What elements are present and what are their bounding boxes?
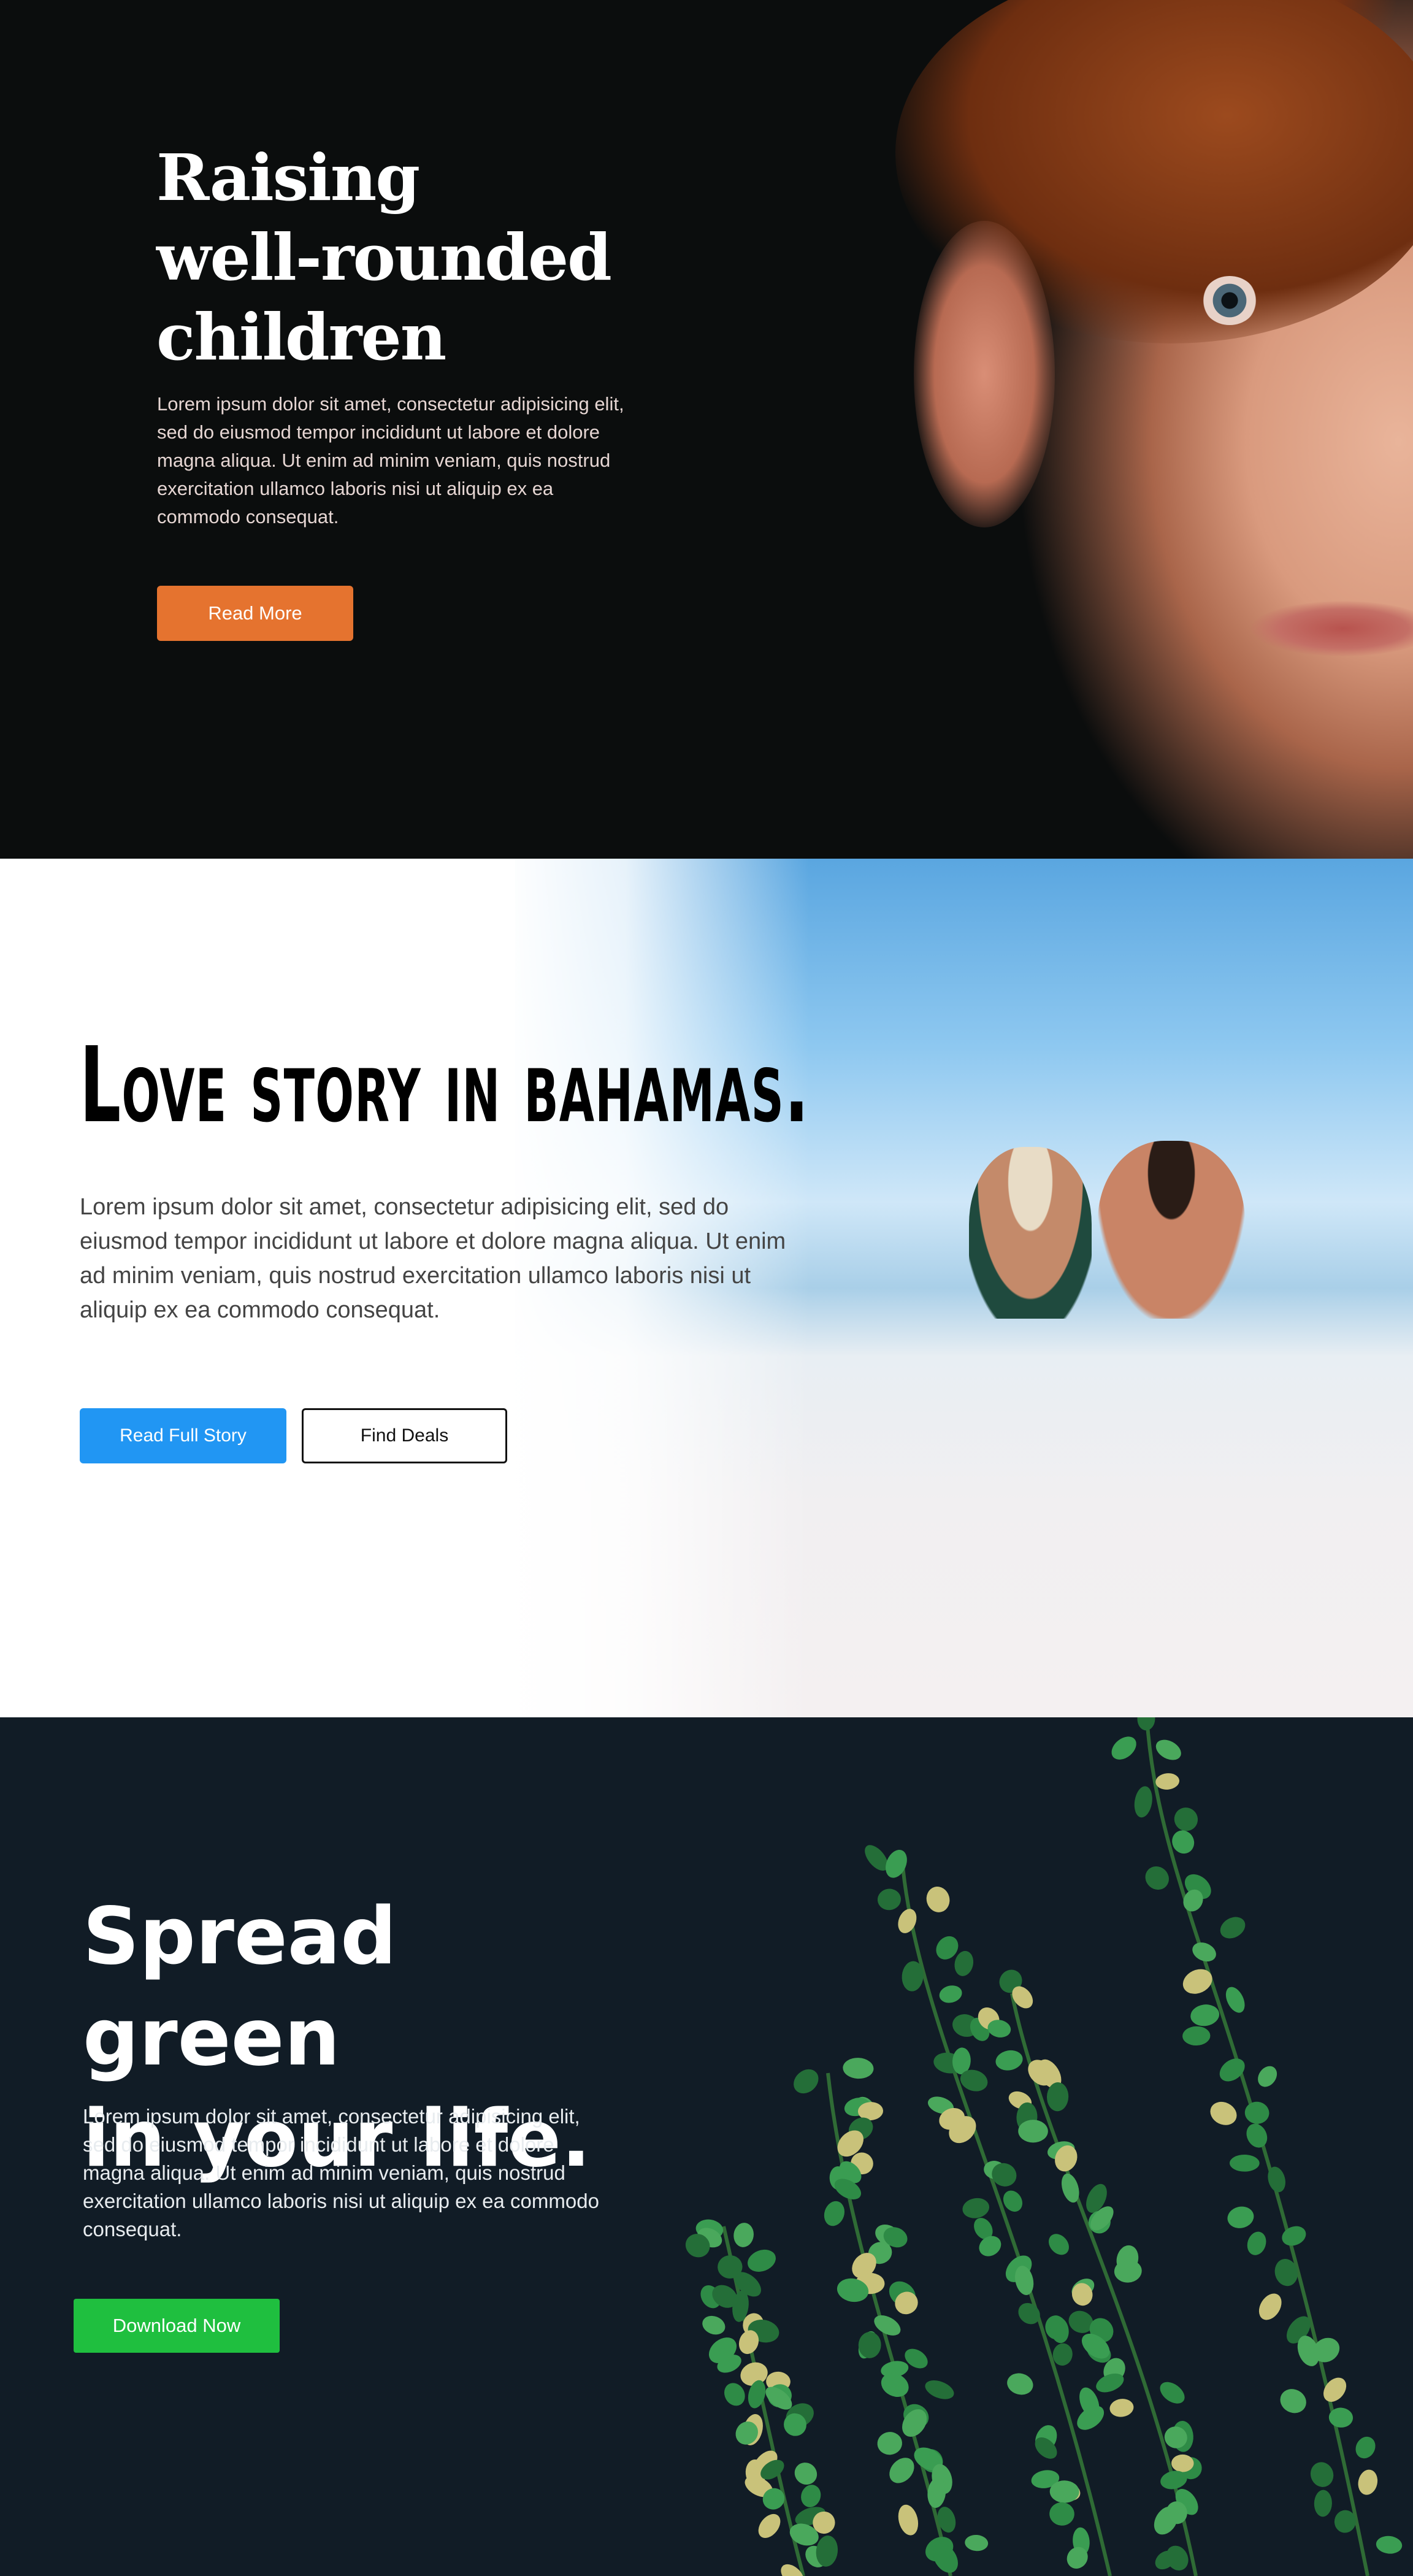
ivy-leaf — [1220, 1917, 1246, 1939]
child-ear-photo — [914, 221, 1055, 527]
ivy-leaf — [1210, 2101, 1237, 2125]
ivy-leaf — [801, 2485, 821, 2507]
ivy-leaf — [898, 1909, 917, 1933]
ivy-leaf — [1018, 2120, 1048, 2143]
ivy-leaf — [1247, 2231, 1266, 2255]
title-line: well-rounded — [156, 220, 612, 295]
man-on-beach — [1098, 1141, 1245, 1319]
ivy-leaf — [843, 2058, 874, 2079]
ivy-leaf — [702, 2315, 726, 2335]
bahamas-description: Lorem ipsum dolor sit amet, consectetur … — [80, 1194, 786, 1323]
ivy-leaf — [1280, 2389, 1306, 2413]
ivy-leaf — [733, 2223, 754, 2247]
hero-description: Lorem ipsum dolor sit amet, consectetur … — [157, 393, 624, 527]
read-more-button[interactable]: Read More — [157, 586, 353, 641]
ivy-leaf — [1160, 2382, 1185, 2404]
title-line: Spread green — [83, 1891, 397, 2083]
ivy-leaf — [1258, 2293, 1282, 2320]
ivy-leaf — [794, 2069, 819, 2094]
ivy-leaf — [939, 1985, 962, 2003]
ivy-leaf — [965, 2534, 989, 2551]
woman-on-beach — [969, 1147, 1092, 1319]
title-line: Raising — [156, 140, 420, 215]
ivy-leaf — [1314, 2490, 1332, 2517]
ivy-leaf — [877, 2432, 902, 2455]
ivy-leaf — [1007, 2373, 1033, 2395]
bahamas-title: Love story in bahamas. — [80, 1025, 810, 1146]
read-full-story-button[interactable]: Read Full Story — [80, 1408, 286, 1463]
ivy-leaf — [748, 2249, 776, 2272]
ivy-leaf — [1258, 2066, 1277, 2087]
ivy-leaf — [1282, 2226, 1306, 2246]
ivy-leaf — [1182, 1969, 1212, 1994]
ivy-leaf — [877, 1888, 902, 1911]
ivy-leaf — [1358, 2469, 1378, 2495]
ivy-leaf — [1052, 2343, 1073, 2366]
ivy-leaf — [995, 2050, 1023, 2071]
title-line: children — [156, 299, 446, 375]
green-description: Lorem ipsum dolor sit amet, consectetur … — [83, 2105, 599, 2241]
ivy-leaf — [1137, 1717, 1155, 1731]
ivy-leaf — [1376, 2536, 1403, 2554]
find-deals-button[interactable]: Find Deals — [302, 1408, 507, 1463]
ivy-leaf — [1145, 1866, 1169, 1890]
ivy-leaf — [824, 2201, 845, 2226]
ivy-leaf — [1227, 2206, 1254, 2228]
ivy-leaf — [1310, 2462, 1334, 2487]
ivy-plant-photo — [685, 1717, 1403, 2576]
ivy-leaf — [898, 2504, 919, 2536]
ivy-leaf — [1174, 1807, 1198, 1831]
child-eye-photo — [1202, 276, 1257, 325]
ivy-leaf — [925, 2380, 954, 2399]
ivy-leaf — [794, 2463, 818, 2485]
ivy-leaf — [758, 2513, 781, 2539]
ivy-leaf — [954, 1950, 974, 1976]
ivy-leaf — [1182, 2026, 1211, 2046]
ivy-leaf — [1111, 1736, 1136, 1760]
ivy-leaf — [926, 1887, 950, 1912]
ivy-leaf — [1192, 1942, 1216, 1962]
ivy-leaf — [1225, 1987, 1245, 2013]
ivy-leaf — [1355, 2436, 1376, 2459]
ivy-leaf — [1155, 1739, 1181, 1760]
ivy-leaf — [1048, 2234, 1069, 2255]
ivy-leaf — [1244, 2101, 1269, 2124]
ivy-leaf — [724, 2383, 745, 2406]
ivy-leaf — [1155, 1773, 1180, 1790]
ivy-leaf — [889, 2458, 914, 2483]
hero-children: Raising well-rounded children Lorem ipsu… — [0, 0, 1413, 859]
ivy-leaf — [1230, 2155, 1260, 2172]
ivy-leaf — [1190, 2004, 1220, 2026]
ivy-leaf — [1171, 2454, 1194, 2472]
ivy-leaf — [1246, 2123, 1268, 2148]
ivy-leaf — [962, 2198, 990, 2218]
ivy-leaf — [1134, 1786, 1152, 1818]
ivy-leaf — [1049, 2502, 1074, 2526]
download-now-button[interactable]: Download Now — [74, 2299, 280, 2353]
hero-title: Raising well-rounded children — [156, 138, 647, 377]
ivy-leaf — [1109, 2399, 1134, 2417]
